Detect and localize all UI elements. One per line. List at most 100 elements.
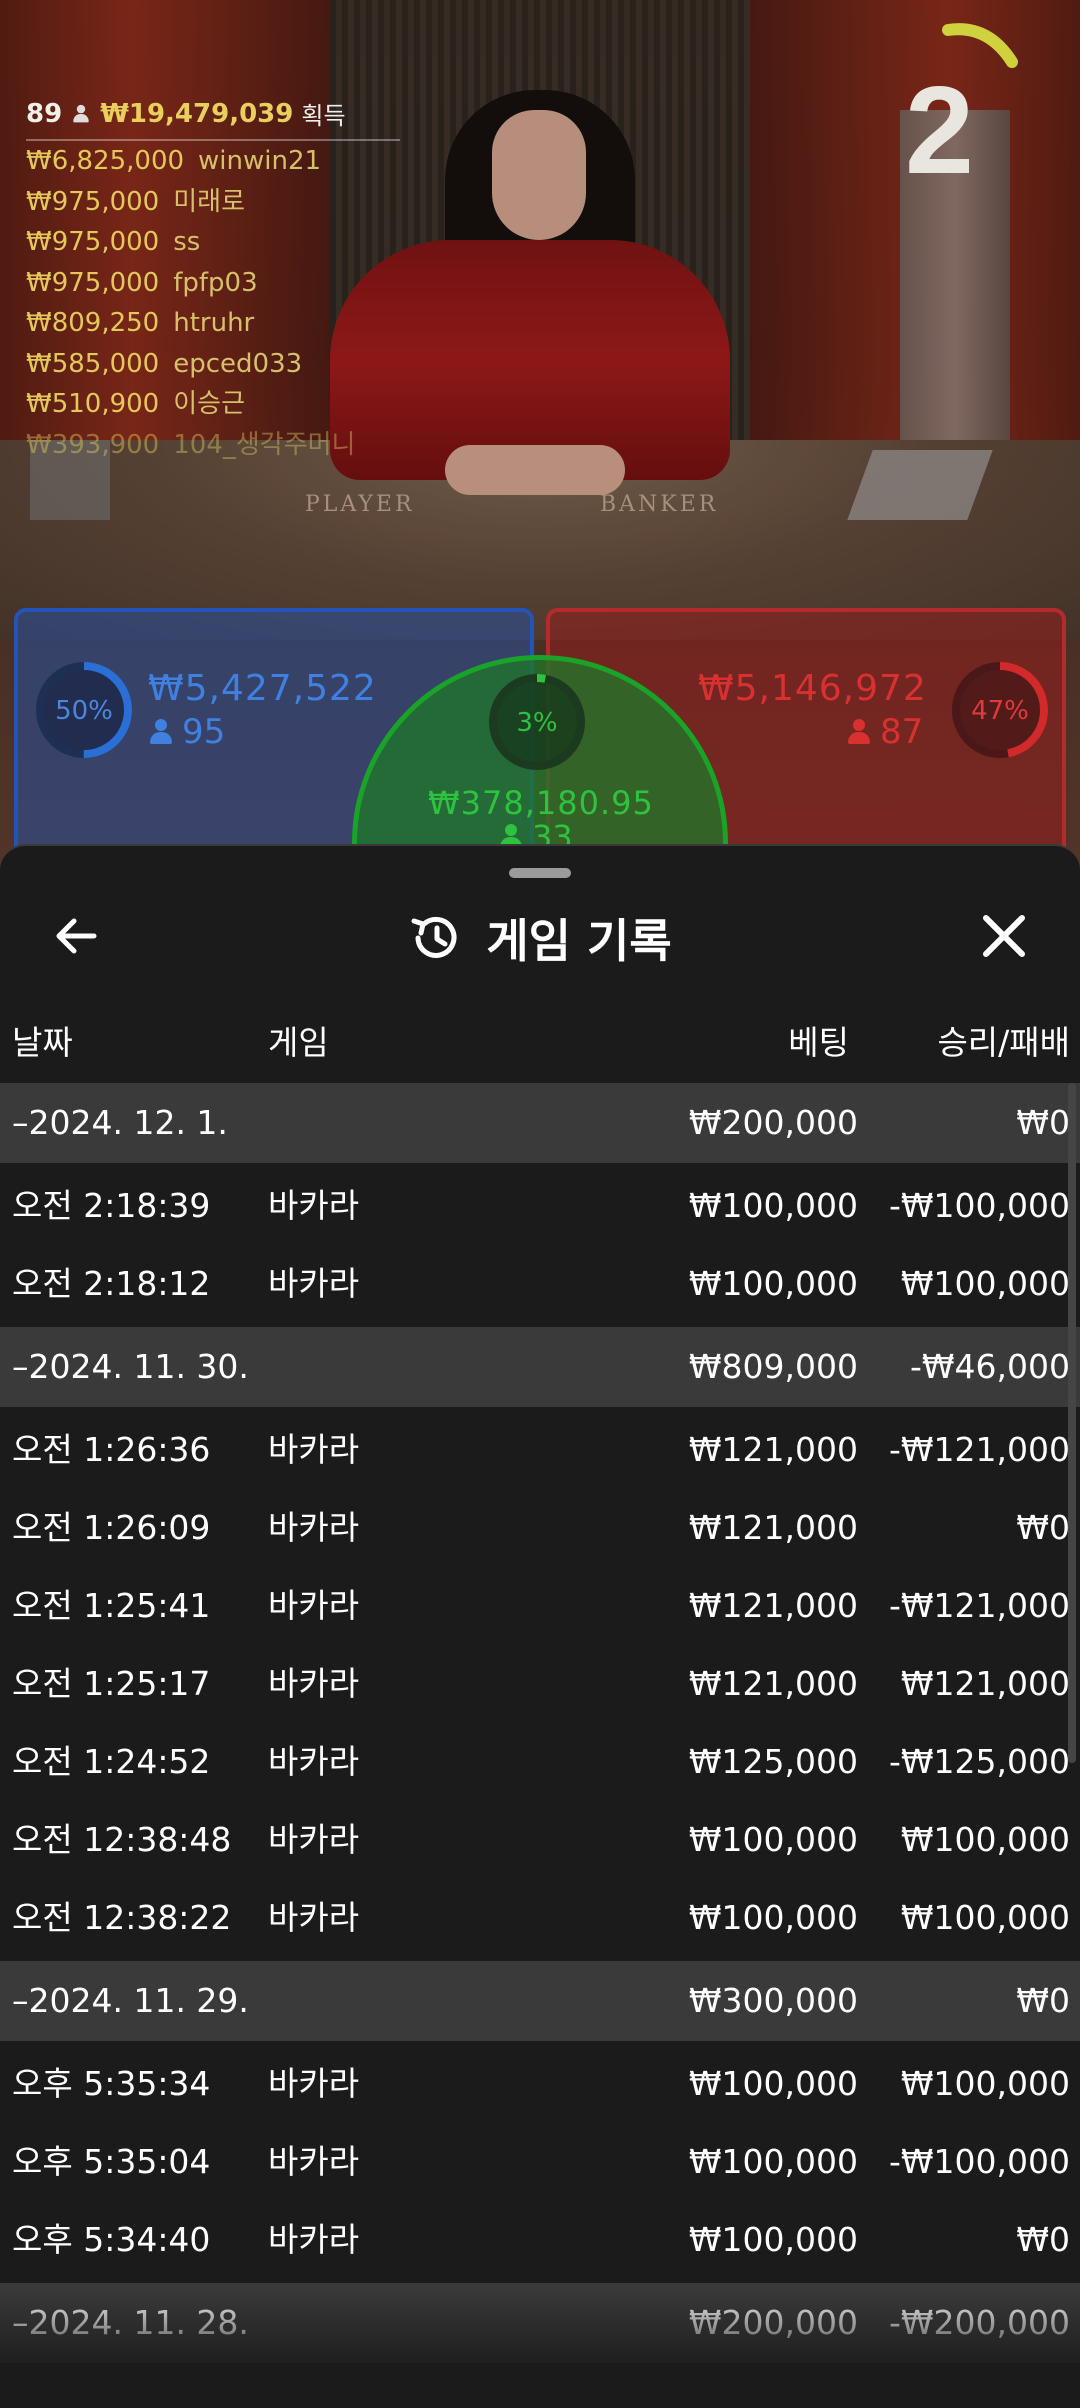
row-bet: ₩121,000: [688, 1430, 858, 1469]
row-time: 오전 12:38:48: [12, 1820, 232, 1859]
tie-percent: 3%: [516, 708, 558, 738]
winner-name: 이승근: [173, 389, 245, 419]
winner-name: fpfp03: [173, 267, 258, 298]
sheet-header: 게임 기록: [0, 898, 1080, 978]
player-percent: 50%: [55, 696, 113, 726]
banker-bet-amount: ₩5,146,972: [698, 668, 927, 709]
date-group-row[interactable]: –2024. 11. 29. ₩300,000 ₩0: [0, 1961, 1080, 2041]
row-game: 바카라: [268, 1264, 360, 1303]
winner-row: ₩393,900 104_생각주머니: [26, 425, 400, 466]
live-video-stream: PLAYER BANKER 2 89 ₩19,479,039 획득 ₩6,825…: [0, 0, 1080, 880]
close-icon[interactable]: [976, 908, 1032, 964]
row-bet: ₩100,000: [688, 1186, 858, 1225]
winner-row: ₩975,000 fpfp03: [26, 263, 400, 304]
player-count-value: 95: [182, 712, 226, 752]
row-bet: ₩100,000: [688, 1820, 858, 1859]
group-result-total: ₩0: [1016, 1981, 1070, 2020]
history-icon: [411, 916, 457, 958]
user-icon: [73, 104, 89, 122]
date-group-row[interactable]: –2024. 11. 28. ₩200,000 -₩200,000: [0, 2283, 1080, 2363]
group-bet-total: ₩809,000: [688, 1347, 858, 1386]
history-row[interactable]: 오전 1:26:09 바카라 ₩121,000 ₩0: [0, 1489, 1080, 1567]
row-bet: ₩121,000: [688, 1508, 858, 1547]
history-row[interactable]: 오전 1:26:36 바카라 ₩121,000 -₩121,000: [0, 1411, 1080, 1489]
winner-name: ss: [173, 227, 201, 257]
row-time: 오전 1:25:41: [12, 1586, 211, 1625]
winner-amount: ₩510,900: [26, 389, 160, 419]
row-result: ₩121,000: [900, 1664, 1070, 1703]
game-history-sheet: 게임 기록 날짜 게임 베팅 승리/패배 –2024. 12. 1. ₩200,0…: [0, 844, 1080, 2408]
winners-list: 89 ₩19,479,039 획득 ₩6,825,000 winwin21 ₩975…: [26, 96, 400, 465]
winner-row: ₩585,000 epced033: [26, 344, 400, 385]
history-list: –2024. 12. 1. ₩200,000 ₩0 오전 2:18:39 바카라 ₩100…: [0, 1083, 1080, 2367]
row-result: ₩100,000: [900, 1898, 1070, 1937]
row-game: 바카라: [268, 1742, 360, 1781]
row-time: 오전 2:18:39: [12, 1186, 211, 1225]
row-result: -₩100,000: [888, 1186, 1070, 1225]
user-icon: [848, 719, 870, 745]
date-group-row[interactable]: –2024. 12. 1. ₩200,000 ₩0: [0, 1083, 1080, 1163]
row-game: 바카라: [268, 1664, 360, 1703]
history-row[interactable]: 오전 2:18:39 바카라 ₩100,000 -₩100,000: [0, 1167, 1080, 1245]
winner-amount: ₩975,000: [26, 186, 160, 217]
row-game: 바카라: [268, 2142, 360, 2181]
sheet-drag-handle[interactable]: [509, 868, 571, 878]
row-result: -₩125,000: [888, 1742, 1070, 1781]
banker-bettor-count: 87: [848, 712, 923, 752]
date-group-row[interactable]: –2024. 11. 30. ₩809,000 -₩46,000: [0, 1327, 1080, 1407]
winner-amount: ₩975,000: [26, 227, 160, 257]
group-result-total: -₩200,000: [888, 2303, 1070, 2342]
winner-amount: ₩585,000: [26, 348, 160, 379]
player-bet-amount: ₩5,427,522: [148, 668, 377, 709]
history-column-headers: 날짜 게임 베팅 승리/패배: [0, 1016, 1080, 1066]
row-game: 바카라: [268, 1586, 360, 1625]
winner-amount: ₩809,250: [26, 308, 160, 338]
column-header-game: 게임: [268, 1023, 329, 1062]
row-bet: ₩100,000: [688, 1898, 858, 1937]
history-row[interactable]: 오후 5:35:04 바카라 ₩100,000 -₩100,000: [0, 2123, 1080, 2201]
winner-row: ₩975,000 미래로: [26, 182, 400, 223]
group-bet-total: ₩300,000: [688, 1981, 858, 2020]
tie-bet-amount: ₩378,180.95: [428, 784, 654, 822]
winner-amount: ₩393,900: [26, 429, 160, 460]
row-game: 바카라: [268, 1508, 360, 1547]
row-time: 오전 12:38:22: [12, 1898, 232, 1937]
row-bet: ₩100,000: [688, 2142, 858, 2181]
history-row[interactable]: 오후 5:34:40 바카라 ₩100,000 ₩0: [0, 2201, 1080, 2279]
row-time: 오후 5:35:04: [12, 2142, 211, 2181]
row-time: 오전 1:24:52: [12, 1742, 211, 1781]
row-time: 오전 1:26:09: [12, 1508, 211, 1547]
history-row[interactable]: 오전 2:18:12 바카라 ₩100,000 ₩100,000: [0, 1245, 1080, 1323]
history-row[interactable]: 오전 1:25:17 바카라 ₩121,000 ₩121,000: [0, 1645, 1080, 1723]
row-result: ₩100,000: [900, 2064, 1070, 2103]
row-result: ₩100,000: [900, 1264, 1070, 1303]
winner-row: ₩809,250 htruhr: [26, 303, 400, 344]
row-result: -₩121,000: [888, 1586, 1070, 1625]
winner-row: ₩510,900 이승근: [26, 384, 400, 425]
group-result-total: ₩0: [1016, 1103, 1070, 1142]
row-time: 오후 5:35:34: [12, 2064, 211, 2103]
row-bet: ₩100,000: [688, 1264, 858, 1303]
history-scrollbar[interactable]: [1068, 1083, 1076, 1763]
row-bet: ₩100,000: [688, 2064, 858, 2103]
winners-total: ₩19,479,039: [100, 98, 294, 129]
row-game: 바카라: [268, 1430, 360, 1469]
history-row[interactable]: 오전 12:38:48 바카라 ₩100,000 ₩100,000: [0, 1801, 1080, 1879]
banker-count-value: 87: [880, 712, 924, 752]
history-row[interactable]: 오후 5:35:34 바카라 ₩100,000 ₩100,000: [0, 2045, 1080, 2123]
group-date: –2024. 12. 1.: [12, 1103, 228, 1142]
row-time: 오전 1:25:17: [12, 1664, 211, 1703]
column-header-result: 승리/패배: [937, 1023, 1070, 1062]
history-row[interactable]: 오전 1:25:41 바카라 ₩121,000 -₩121,000: [0, 1567, 1080, 1645]
history-row[interactable]: 오전 1:24:52 바카라 ₩125,000 -₩125,000: [0, 1723, 1080, 1801]
winners-count: 89: [26, 98, 63, 129]
sheet-title: 게임 기록: [486, 914, 672, 968]
winners-summary: 89 ₩19,479,039 획득: [26, 96, 400, 141]
winner-name: htruhr: [173, 308, 255, 338]
row-time: 오후 5:34:40: [12, 2220, 211, 2259]
row-game: 바카라: [268, 2220, 360, 2259]
column-header-date: 날짜: [12, 1023, 73, 1062]
winner-name: winwin21: [198, 146, 322, 176]
row-game: 바카라: [268, 1820, 360, 1859]
history-row[interactable]: 오전 12:38:22 바카라 ₩100,000 ₩100,000: [0, 1879, 1080, 1957]
